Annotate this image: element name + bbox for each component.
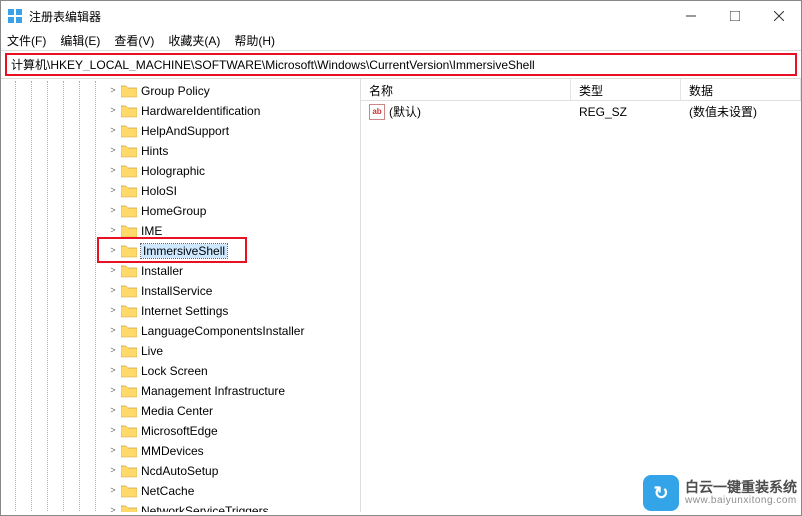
- tree-item[interactable]: > Lock Screen: [1, 361, 360, 381]
- value-data: (数值未设置): [681, 103, 801, 120]
- menu-bar: 文件(F) 编辑(E) 查看(V) 收藏夹(A) 帮助(H): [1, 31, 801, 51]
- value-type: REG_SZ: [571, 105, 681, 119]
- tree-item-label: HardwareIdentification: [141, 104, 260, 118]
- expand-icon[interactable]: >: [107, 445, 119, 457]
- tree-item-label: Holographic: [141, 164, 205, 178]
- col-type[interactable]: 类型: [571, 79, 681, 100]
- tree-item[interactable]: > Media Center: [1, 401, 360, 421]
- watermark-title: 白云一键重装系统: [685, 480, 797, 495]
- tree-item[interactable]: > Holographic: [1, 161, 360, 181]
- expand-icon[interactable]: >: [107, 245, 119, 257]
- maximize-button[interactable]: [713, 1, 757, 31]
- tree-item[interactable]: > LanguageComponentsInstaller: [1, 321, 360, 341]
- window-title: 注册表编辑器: [29, 8, 669, 25]
- tree-item[interactable]: > HoloSI: [1, 181, 360, 201]
- tree-item-label: HoloSI: [141, 184, 177, 198]
- tree-item-label: Management Infrastructure: [141, 384, 285, 398]
- expand-icon[interactable]: >: [107, 345, 119, 357]
- tree-item[interactable]: > NetworkServiceTriggers: [1, 501, 360, 512]
- expand-icon[interactable]: >: [107, 385, 119, 397]
- tree-item-label: MMDevices: [141, 444, 204, 458]
- tree-item-label: ImmersiveShell: [141, 244, 227, 258]
- minimize-button[interactable]: [669, 1, 713, 31]
- app-icon: [7, 8, 23, 24]
- tree-pane[interactable]: > Group Policy > HardwareIdentification > Hel…: [1, 79, 361, 512]
- expand-icon[interactable]: >: [107, 205, 119, 217]
- menu-view[interactable]: 查看(V): [114, 32, 154, 49]
- address-bar[interactable]: [11, 57, 791, 71]
- expand-icon[interactable]: >: [107, 505, 119, 512]
- tree-item[interactable]: > Group Policy: [1, 81, 360, 101]
- expand-icon[interactable]: >: [107, 185, 119, 197]
- tree-item-label: NetworkServiceTriggers: [141, 504, 269, 512]
- tree-item[interactable]: > Hints: [1, 141, 360, 161]
- tree-item[interactable]: > HardwareIdentification: [1, 101, 360, 121]
- expand-icon[interactable]: >: [107, 145, 119, 157]
- expand-icon[interactable]: >: [107, 225, 119, 237]
- tree-item-label: HelpAndSupport: [141, 124, 229, 138]
- col-data[interactable]: 数据: [681, 79, 801, 100]
- watermark-url: www.baiyunxitong.com: [685, 495, 797, 506]
- address-bar-highlight: [5, 53, 797, 76]
- tree-item[interactable]: > Installer: [1, 261, 360, 281]
- tree-item[interactable]: > Internet Settings: [1, 301, 360, 321]
- tree-item-label: LanguageComponentsInstaller: [141, 324, 304, 338]
- tree-item-label: Media Center: [141, 404, 213, 418]
- col-name[interactable]: 名称: [361, 79, 571, 100]
- tree-item[interactable]: > ImmersiveShell: [1, 241, 360, 261]
- value-row[interactable]: ab (默认) REG_SZ (数值未设置): [361, 103, 801, 121]
- tree-item-label: MicrosoftEdge: [141, 424, 218, 438]
- tree-item-label: Live: [141, 344, 163, 358]
- menu-file[interactable]: 文件(F): [7, 32, 46, 49]
- tree-item[interactable]: > MicrosoftEdge: [1, 421, 360, 441]
- expand-icon[interactable]: >: [107, 305, 119, 317]
- string-value-icon: ab: [369, 104, 385, 120]
- tree-item[interactable]: > Live: [1, 341, 360, 361]
- expand-icon[interactable]: >: [107, 485, 119, 497]
- tree-item[interactable]: > InstallService: [1, 281, 360, 301]
- watermark: ↻ 白云一键重装系统 www.baiyunxitong.com: [643, 475, 797, 511]
- tree-item-label: Group Policy: [141, 84, 210, 98]
- tree-item[interactable]: > MMDevices: [1, 441, 360, 461]
- expand-icon[interactable]: >: [107, 465, 119, 477]
- expand-icon[interactable]: >: [107, 165, 119, 177]
- expand-icon[interactable]: >: [107, 405, 119, 417]
- menu-edit[interactable]: 编辑(E): [60, 32, 100, 49]
- tree-item-label: Hints: [141, 144, 168, 158]
- tree-item-label: IME: [141, 224, 162, 238]
- expand-icon[interactable]: >: [107, 125, 119, 137]
- menu-help[interactable]: 帮助(H): [234, 32, 275, 49]
- tree-item[interactable]: > IME: [1, 221, 360, 241]
- menu-favorites[interactable]: 收藏夹(A): [168, 32, 220, 49]
- tree-item[interactable]: > HomeGroup: [1, 201, 360, 221]
- tree-item-label: Lock Screen: [141, 364, 208, 378]
- expand-icon[interactable]: >: [107, 105, 119, 117]
- expand-icon[interactable]: >: [107, 85, 119, 97]
- expand-icon[interactable]: >: [107, 325, 119, 337]
- tree-item-label: InstallService: [141, 284, 212, 298]
- tree-item[interactable]: > NetCache: [1, 481, 360, 501]
- close-button[interactable]: [757, 1, 801, 31]
- tree-item-label: Installer: [141, 264, 183, 278]
- expand-icon[interactable]: >: [107, 365, 119, 377]
- tree-item-label: NcdAutoSetup: [141, 464, 218, 478]
- tree-item[interactable]: > Management Infrastructure: [1, 381, 360, 401]
- tree-item-label: NetCache: [141, 484, 194, 498]
- values-header: 名称 类型 数据: [361, 79, 801, 101]
- expand-icon[interactable]: >: [107, 265, 119, 277]
- tree-item-label: HomeGroup: [141, 204, 206, 218]
- expand-icon[interactable]: >: [107, 425, 119, 437]
- values-pane[interactable]: 名称 类型 数据 ab (默认) REG_SZ (数值未设置) 新建(N) ▶: [361, 79, 801, 512]
- tree-item[interactable]: > HelpAndSupport: [1, 121, 360, 141]
- value-name: (默认): [389, 103, 421, 120]
- expand-icon[interactable]: >: [107, 285, 119, 297]
- tree-item-label: Internet Settings: [141, 304, 228, 318]
- watermark-badge-icon: ↻: [643, 475, 679, 511]
- tree-item[interactable]: > NcdAutoSetup: [1, 461, 360, 481]
